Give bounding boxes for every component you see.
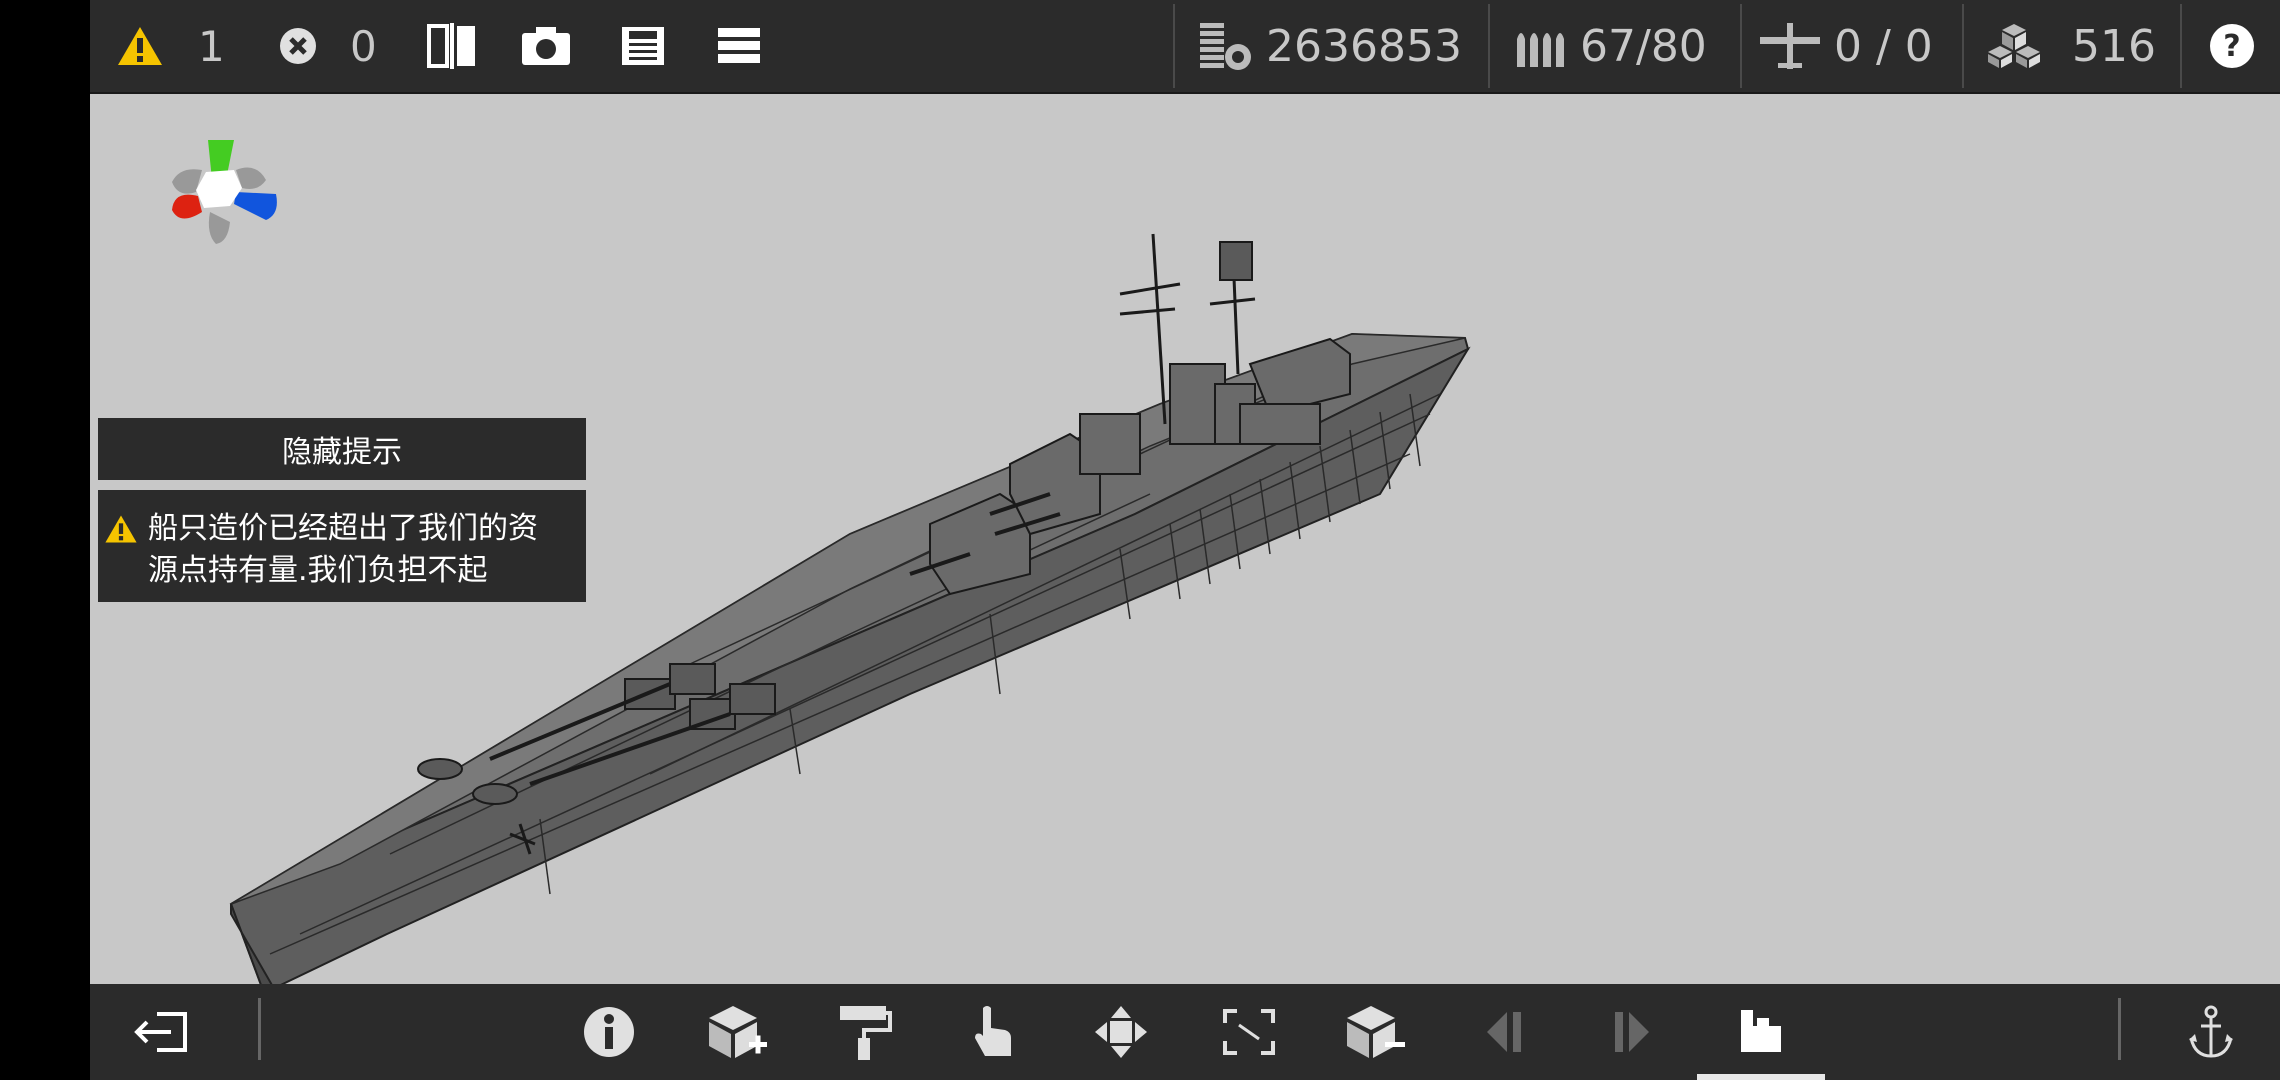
warning-count: 1: [198, 21, 225, 71]
close-circle-icon: [280, 28, 316, 64]
warning-icon: [105, 515, 137, 543]
exit-button[interactable]: [106, 984, 216, 1080]
previous-button[interactable]: [1450, 984, 1560, 1080]
blocks-value: 516: [2072, 20, 2156, 72]
exit-icon: [134, 1012, 187, 1052]
warning-indicator[interactable]: 1: [116, 0, 225, 92]
cost-value: 2636853: [1266, 20, 1462, 72]
paint-roller-icon: [840, 1006, 892, 1060]
help-button[interactable]: ?: [2208, 0, 2256, 92]
hide-hint-label: 隐藏提示: [282, 435, 402, 470]
error-indicator[interactable]: 0: [278, 0, 377, 92]
cost-stat: 2636853: [1198, 0, 1462, 92]
mast-flag: [1219, 241, 1253, 281]
move-button[interactable]: [1066, 984, 1176, 1080]
aircraft-stat: 0 / 0: [1758, 0, 1933, 92]
blocks-stat: 516: [1986, 0, 2156, 92]
separator: [258, 998, 261, 1060]
warning-icon: [118, 27, 162, 65]
blocks-icon: [1988, 24, 2040, 68]
separator: [2180, 4, 2182, 88]
error-count: 0: [350, 21, 377, 71]
next-icon: [1615, 1012, 1649, 1052]
ship-editor-viewport[interactable]: 隐藏提示 船只造价已经超出了我们的资 源点持有量.我们负担不起: [90, 94, 2280, 984]
hide-hint-button[interactable]: 隐藏提示: [98, 418, 586, 480]
save-button[interactable]: [620, 0, 666, 92]
help-icon: ?: [2210, 24, 2254, 68]
build-mode-icon: [1741, 1010, 1781, 1052]
ammo-stat: 67/80: [1514, 0, 1707, 92]
add-block-button[interactable]: [682, 984, 792, 1080]
ammo-icon: [1517, 33, 1564, 67]
move-icon: [1095, 1006, 1147, 1058]
anchor-icon: [2189, 1005, 2233, 1058]
hand-pointer-icon: [975, 1006, 1011, 1056]
cost-icon: [1200, 23, 1251, 70]
info-button[interactable]: [554, 984, 664, 1080]
separator: [2118, 998, 2121, 1060]
bottom-toolbar: [90, 984, 2280, 1080]
aircraft-value: 0 / 0: [1834, 20, 1933, 72]
warning-message-panel: 船只造价已经超出了我们的资 源点持有量.我们负担不起: [98, 490, 586, 602]
menu-icon: [718, 28, 760, 63]
next-button[interactable]: [1576, 984, 1686, 1080]
warning-text-line-1: 船只造价已经超出了我们的资: [148, 511, 538, 546]
separator: [1488, 4, 1490, 88]
previous-icon: [1487, 1012, 1521, 1052]
warning-text-line-2: 源点持有量.我们负担不起: [148, 553, 488, 588]
anchor-button[interactable]: [2156, 984, 2266, 1080]
screenshot-button[interactable]: [520, 0, 572, 92]
help-label: ?: [2223, 29, 2240, 64]
remove-block-icon: [1347, 1006, 1405, 1058]
select-button[interactable]: [938, 984, 1048, 1080]
separator: [1962, 4, 1964, 88]
save-icon: [622, 27, 664, 65]
menu-button[interactable]: [716, 0, 762, 92]
separator: [1173, 4, 1175, 88]
aircraft-icon: [1760, 23, 1820, 69]
resize-icon: [1223, 1009, 1275, 1055]
mirror-button[interactable]: [426, 0, 478, 92]
separator: [1740, 4, 1742, 88]
remove-block-button[interactable]: [1320, 984, 1430, 1080]
resize-button[interactable]: [1194, 984, 1304, 1080]
active-tab-indicator: [1697, 1074, 1825, 1080]
paint-button[interactable]: [810, 984, 920, 1080]
camera-icon: [522, 27, 570, 65]
ammo-value: 67/80: [1580, 20, 1707, 72]
info-icon: [584, 1007, 634, 1057]
build-mode-button[interactable]: [1706, 984, 1816, 1080]
top-toolbar: 1 0 2636853 67/80 0 / 0 516 ?: [90, 0, 2280, 94]
mirror-icon: [427, 23, 475, 69]
add-block-icon: [709, 1006, 767, 1058]
